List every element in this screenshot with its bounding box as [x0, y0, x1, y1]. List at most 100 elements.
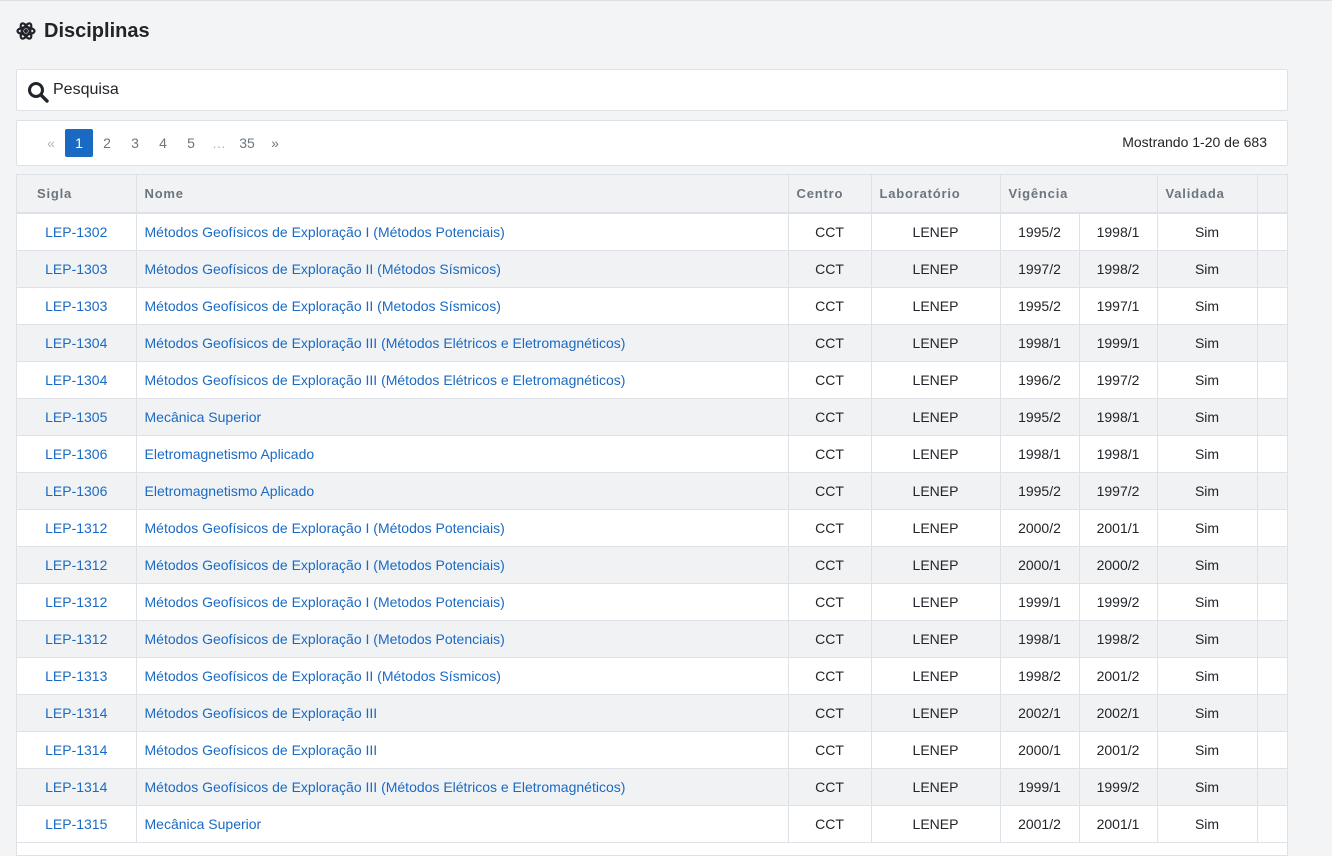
vigencia-end-cell: 1999/2	[1079, 583, 1158, 621]
actions-cell	[1257, 657, 1287, 695]
vigencia-end-cell: 1999/1	[1079, 324, 1158, 362]
sigla-link[interactable]: LEP-1306	[45, 446, 107, 462]
laboratorio-cell: LENEP	[871, 324, 1001, 362]
nome-link[interactable]: Eletromagnetismo Aplicado	[145, 483, 315, 499]
nome-link[interactable]: Métodos Geofísicos de Exploração II (Met…	[145, 298, 501, 314]
nome-link[interactable]: Métodos Geofísicos de Exploração I (Meto…	[145, 594, 505, 610]
nome-cell: Métodos Geofísicos de Exploração III	[136, 694, 789, 732]
sigla-link[interactable]: LEP-1312	[45, 557, 107, 573]
top-divider	[0, 0, 1332, 1]
sigla-link[interactable]: LEP-1315	[45, 816, 107, 832]
sigla-link[interactable]: LEP-1312	[45, 520, 107, 536]
laboratorio-cell: LENEP	[871, 583, 1001, 621]
sigla-link[interactable]: LEP-1304	[45, 372, 107, 388]
actions-cell	[1257, 768, 1287, 806]
search-box[interactable]	[16, 69, 1288, 111]
validada-cell: Sim	[1157, 694, 1258, 732]
nome-link[interactable]: Métodos Geofísicos de Exploração III (Mé…	[145, 779, 626, 795]
search-input[interactable]	[53, 81, 1153, 99]
sigla-link[interactable]: LEP-1305	[45, 409, 107, 425]
validada-cell: Sim	[1157, 361, 1258, 399]
validada-cell: Sim	[1157, 768, 1258, 806]
nome-link[interactable]: Eletromagnetismo Aplicado	[145, 446, 315, 462]
sigla-link[interactable]: LEP-1314	[45, 779, 107, 795]
col-header-laboratorio[interactable]: Laboratório	[871, 175, 1001, 214]
laboratorio-cell: LENEP	[871, 509, 1001, 547]
vigencia-end-cell: 2002/1	[1079, 694, 1158, 732]
next-page-button[interactable]: »	[261, 129, 289, 157]
page-5-button[interactable]: 5	[177, 129, 205, 157]
search-icon	[28, 81, 49, 103]
vigencia-end-cell: 1997/2	[1079, 361, 1158, 399]
sigla-link[interactable]: LEP-1302	[45, 224, 107, 240]
sigla-link[interactable]: LEP-1303	[45, 261, 107, 277]
nome-cell: Eletromagnetismo Aplicado	[136, 435, 789, 473]
sigla-cell: LEP-1314	[17, 731, 137, 769]
nome-link[interactable]: Métodos Geofísicos de Exploração I (Méto…	[145, 520, 505, 536]
page-4-button[interactable]: 4	[149, 129, 177, 157]
nome-link[interactable]: Métodos Geofísicos de Exploração II (Mét…	[145, 261, 501, 277]
col-header-actions	[1257, 175, 1287, 214]
sigla-cell: LEP-1314	[17, 768, 137, 806]
table-row: LEP-1303 Métodos Geofísicos de Exploração…	[17, 287, 1287, 325]
nome-link[interactable]: Mecânica Superior	[145, 409, 262, 425]
vigencia-start-cell: 1999/1	[1000, 583, 1080, 621]
col-header-vigencia[interactable]: Vigência	[1000, 175, 1158, 214]
laboratorio-cell: LENEP	[871, 620, 1001, 658]
table-row: LEP-1312 Métodos Geofísicos de Exploração…	[17, 620, 1287, 658]
prev-page-button[interactable]: «	[37, 129, 65, 157]
sigla-link[interactable]: LEP-1303	[45, 298, 107, 314]
nome-link[interactable]: Métodos Geofísicos de Exploração III	[145, 742, 378, 758]
sigla-cell: LEP-1306	[17, 435, 137, 473]
page-2-button[interactable]: 2	[93, 129, 121, 157]
vigencia-end-cell: 1998/2	[1079, 250, 1158, 288]
nome-cell: Métodos Geofísicos de Exploração III (Mé…	[136, 768, 789, 806]
nome-link[interactable]: Métodos Geofísicos de Exploração I (Méto…	[145, 224, 505, 240]
nome-link[interactable]: Métodos Geofísicos de Exploração I (Meto…	[145, 557, 505, 573]
laboratorio-cell: LENEP	[871, 250, 1001, 288]
vigencia-start-cell: 1998/1	[1000, 324, 1080, 362]
sigla-link[interactable]: LEP-1314	[45, 705, 107, 721]
vigencia-start-cell: 1997/2	[1000, 250, 1080, 288]
page-last-button[interactable]: 35	[233, 129, 261, 157]
sigla-link[interactable]: LEP-1314	[45, 742, 107, 758]
col-header-validada[interactable]: Validada	[1157, 175, 1258, 214]
nome-link[interactable]: Métodos Geofísicos de Exploração III	[145, 705, 378, 721]
page-3-button[interactable]: 3	[121, 129, 149, 157]
table-row: LEP-1313 Métodos Geofísicos de Exploração…	[17, 657, 1287, 695]
sigla-link[interactable]: LEP-1312	[45, 631, 107, 647]
vigencia-end-cell: 1999/2	[1079, 768, 1158, 806]
sigla-link[interactable]: LEP-1304	[45, 335, 107, 351]
sigla-link[interactable]: LEP-1313	[45, 668, 107, 684]
vigencia-start-cell: 1998/1	[1000, 620, 1080, 658]
table-body: LEP-1302 Métodos Geofísicos de Exploração…	[17, 213, 1287, 843]
laboratorio-cell: LENEP	[871, 361, 1001, 399]
nome-link[interactable]: Métodos Geofísicos de Exploração III (Mé…	[145, 335, 626, 351]
nome-link[interactable]: Métodos Geofísicos de Exploração III (Mé…	[145, 372, 626, 388]
actions-cell	[1257, 250, 1287, 288]
table-row: LEP-1302 Métodos Geofísicos de Exploração…	[17, 213, 1287, 251]
vigencia-end-cell: 2001/2	[1079, 731, 1158, 769]
nome-cell: Métodos Geofísicos de Exploração I (Meto…	[136, 546, 789, 584]
actions-cell	[1257, 287, 1287, 325]
col-header-sigla[interactable]: Sigla	[17, 175, 137, 214]
vigencia-end-cell: 2001/1	[1079, 805, 1158, 843]
nome-cell: Métodos Geofísicos de Exploração II (Mét…	[136, 250, 789, 288]
col-header-nome[interactable]: Nome	[136, 175, 789, 214]
centro-cell: CCT	[788, 361, 872, 399]
actions-cell	[1257, 213, 1287, 251]
nome-link[interactable]: Mecânica Superior	[145, 816, 262, 832]
validada-cell: Sim	[1157, 731, 1258, 769]
table-row: LEP-1306 Eletromagnetismo Aplicado CCT LENE…	[17, 435, 1287, 473]
nome-link[interactable]: Métodos Geofísicos de Exploração II (Mét…	[145, 668, 501, 684]
sigla-link[interactable]: LEP-1312	[45, 594, 107, 610]
actions-cell	[1257, 546, 1287, 584]
sigla-cell: LEP-1303	[17, 287, 137, 325]
atom-icon	[16, 22, 36, 40]
laboratorio-cell: LENEP	[871, 731, 1001, 769]
nome-link[interactable]: Métodos Geofísicos de Exploração I (Meto…	[145, 631, 505, 647]
page-1-button[interactable]: 1	[65, 129, 93, 157]
sigla-cell: LEP-1312	[17, 583, 137, 621]
col-header-centro[interactable]: Centro	[788, 175, 872, 214]
sigla-link[interactable]: LEP-1306	[45, 483, 107, 499]
